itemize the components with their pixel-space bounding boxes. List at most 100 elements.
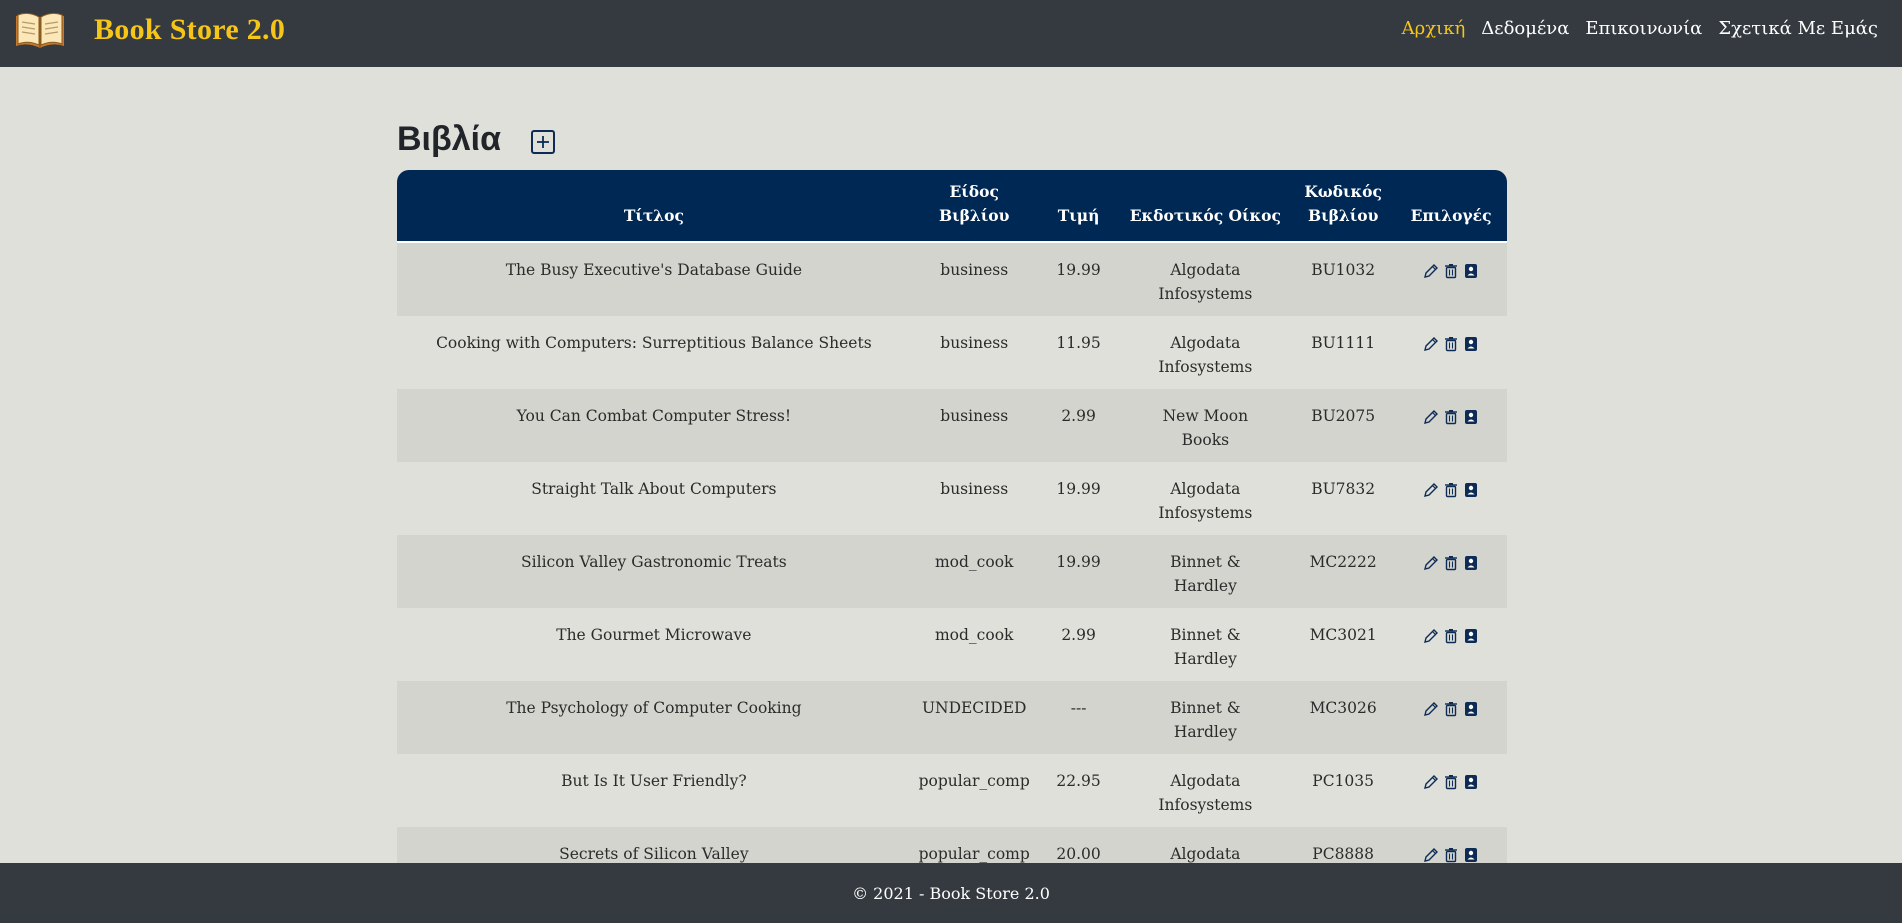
trash-icon[interactable] xyxy=(1443,773,1459,790)
cell-publisher: Algodata Infosystems xyxy=(1158,480,1253,522)
cell-title: You Can Combat Computer Stress! xyxy=(516,407,792,425)
cell-type: business xyxy=(940,407,1009,425)
col-header-options: Επιλογές xyxy=(1410,206,1492,225)
pencil-icon[interactable] xyxy=(1423,481,1439,497)
cell-price: --- xyxy=(1070,699,1087,717)
cell-publisher: New Moon Books xyxy=(1162,407,1249,449)
cell-title: The Gourmet Microwave xyxy=(556,626,752,644)
details-icon[interactable] xyxy=(1463,627,1479,643)
details-icon[interactable] xyxy=(1463,773,1479,789)
cell-options xyxy=(1395,681,1507,754)
pencil-icon[interactable] xyxy=(1423,335,1439,351)
cell-price: 22.95 xyxy=(1056,772,1101,790)
cell-options xyxy=(1395,608,1507,681)
cell-options xyxy=(1395,754,1507,827)
cell-price: 2.99 xyxy=(1061,407,1096,425)
details-icon[interactable] xyxy=(1463,262,1479,278)
footer-copyright: © 2021 - Book Store 2.0 xyxy=(852,883,1050,903)
nav-item-home[interactable]: Αρχική xyxy=(1402,18,1466,39)
cell-options xyxy=(1395,389,1507,462)
trash-icon[interactable] xyxy=(1443,335,1459,352)
cell-price: 11.95 xyxy=(1056,334,1101,352)
cell-title: Silicon Valley Gastronomic Treats xyxy=(521,553,787,571)
cell-title: Cooking with Computers: Surreptitious Ba… xyxy=(436,334,872,352)
books-table-container[interactable]: Τίτλος Είδος Βιβλίου Τιμή Εκδοτικός Οίκο… xyxy=(397,170,1507,863)
cell-title: Straight Talk About Computers xyxy=(531,480,777,498)
cell-price: 20.00 xyxy=(1056,845,1101,863)
cell-code: BU2075 xyxy=(1311,407,1376,425)
pencil-icon[interactable] xyxy=(1423,846,1439,862)
add-book-button[interactable] xyxy=(531,129,556,154)
cell-code: BU1032 xyxy=(1311,261,1376,279)
page-title: Βιβλία xyxy=(397,120,502,158)
table-header: Τίτλος Είδος Βιβλίου Τιμή Εκδοτικός Οίκο… xyxy=(397,170,1507,242)
col-header-type: Είδος Βιβλίου xyxy=(939,182,1010,225)
table-row: Secrets of Silicon Valley popular_comp 20.… xyxy=(397,827,1507,863)
pencil-icon[interactable] xyxy=(1423,773,1439,789)
cell-options xyxy=(1395,535,1507,608)
trash-icon[interactable] xyxy=(1443,408,1459,425)
trash-icon[interactable] xyxy=(1443,554,1459,571)
cell-publisher: Algodata Infosystems xyxy=(1170,845,1241,863)
table-row: Cooking with Computers: Surreptitious Ba… xyxy=(397,316,1507,389)
brand-name[interactable]: Book Store 2.0 xyxy=(94,13,285,47)
table-body: The Busy Executive's Database Guide busin… xyxy=(397,242,1507,863)
cell-type: UNDECIDED xyxy=(921,699,1027,717)
cell-publisher: Binnet & Hardley xyxy=(1170,553,1241,595)
pencil-icon[interactable] xyxy=(1423,408,1439,424)
cell-publisher: Algodata Infosystems xyxy=(1158,334,1253,376)
navbar: Book Store 2.0 Αρχική Δεδομένα Επικοινων… xyxy=(0,0,1902,67)
pencil-icon[interactable] xyxy=(1423,262,1439,278)
cell-publisher: Binnet & Hardley xyxy=(1170,626,1241,668)
cell-code: MC3026 xyxy=(1309,699,1377,717)
books-table: Τίτλος Είδος Βιβλίου Τιμή Εκδοτικός Οίκο… xyxy=(397,170,1507,863)
trash-icon[interactable] xyxy=(1443,700,1459,717)
cell-type: business xyxy=(940,480,1009,498)
pencil-icon[interactable] xyxy=(1423,627,1439,643)
cell-code: BU1111 xyxy=(1311,334,1376,352)
cell-code: MC3021 xyxy=(1309,626,1377,644)
details-icon[interactable] xyxy=(1463,846,1479,862)
col-header-price: Τιμή xyxy=(1057,206,1100,225)
cell-type: business xyxy=(940,261,1009,279)
trash-icon[interactable] xyxy=(1443,481,1459,498)
cell-type: popular_comp xyxy=(918,845,1030,863)
cell-type: popular_comp xyxy=(918,772,1030,790)
cell-options xyxy=(1395,242,1507,316)
details-icon[interactable] xyxy=(1463,700,1479,716)
open-book-icon[interactable] xyxy=(14,10,66,52)
table-row: The Busy Executive's Database Guide busin… xyxy=(397,242,1507,316)
cell-code: BU7832 xyxy=(1311,480,1376,498)
trash-icon[interactable] xyxy=(1443,627,1459,644)
details-icon[interactable] xyxy=(1463,335,1479,351)
cell-code: PC1035 xyxy=(1312,772,1375,790)
cell-title: The Psychology of Computer Cooking xyxy=(506,699,802,717)
cell-price: 19.99 xyxy=(1056,480,1101,498)
cell-publisher: Binnet & Hardley xyxy=(1170,699,1241,741)
nav-item-contact[interactable]: Επικοινωνία xyxy=(1585,18,1702,39)
details-icon[interactable] xyxy=(1463,554,1479,570)
cell-options xyxy=(1395,316,1507,389)
nav-item-about[interactable]: Σχετικά Με Εμάς xyxy=(1718,18,1878,39)
details-icon[interactable] xyxy=(1463,481,1479,497)
page-heading: Βιβλία xyxy=(397,120,556,159)
cell-price: 19.99 xyxy=(1056,261,1101,279)
table-row: Silicon Valley Gastronomic Treats mod_coo… xyxy=(397,535,1507,608)
table-row: The Gourmet Microwave mod_cook 2.99 Binnet … xyxy=(397,608,1507,681)
table-row: But Is It User Friendly? popular_comp 22.9… xyxy=(397,754,1507,827)
cell-type: mod_cook xyxy=(934,626,1014,644)
cell-type: mod_cook xyxy=(934,553,1014,571)
cell-code: PC8888 xyxy=(1312,845,1375,863)
table-row: Straight Talk About Computers business 19.… xyxy=(397,462,1507,535)
trash-icon[interactable] xyxy=(1443,846,1459,863)
trash-icon[interactable] xyxy=(1443,262,1459,279)
details-icon[interactable] xyxy=(1463,408,1479,424)
cell-price: 2.99 xyxy=(1061,626,1096,644)
cell-code: MC2222 xyxy=(1309,553,1377,571)
pencil-icon[interactable] xyxy=(1423,554,1439,570)
nav-item-data[interactable]: Δεδομένα xyxy=(1481,18,1569,39)
cell-publisher: Algodata Infosystems xyxy=(1158,772,1253,814)
footer: © 2021 - Book Store 2.0 xyxy=(0,863,1902,923)
table-row: The Psychology of Computer Cooking UNDECI… xyxy=(397,681,1507,754)
pencil-icon[interactable] xyxy=(1423,700,1439,716)
